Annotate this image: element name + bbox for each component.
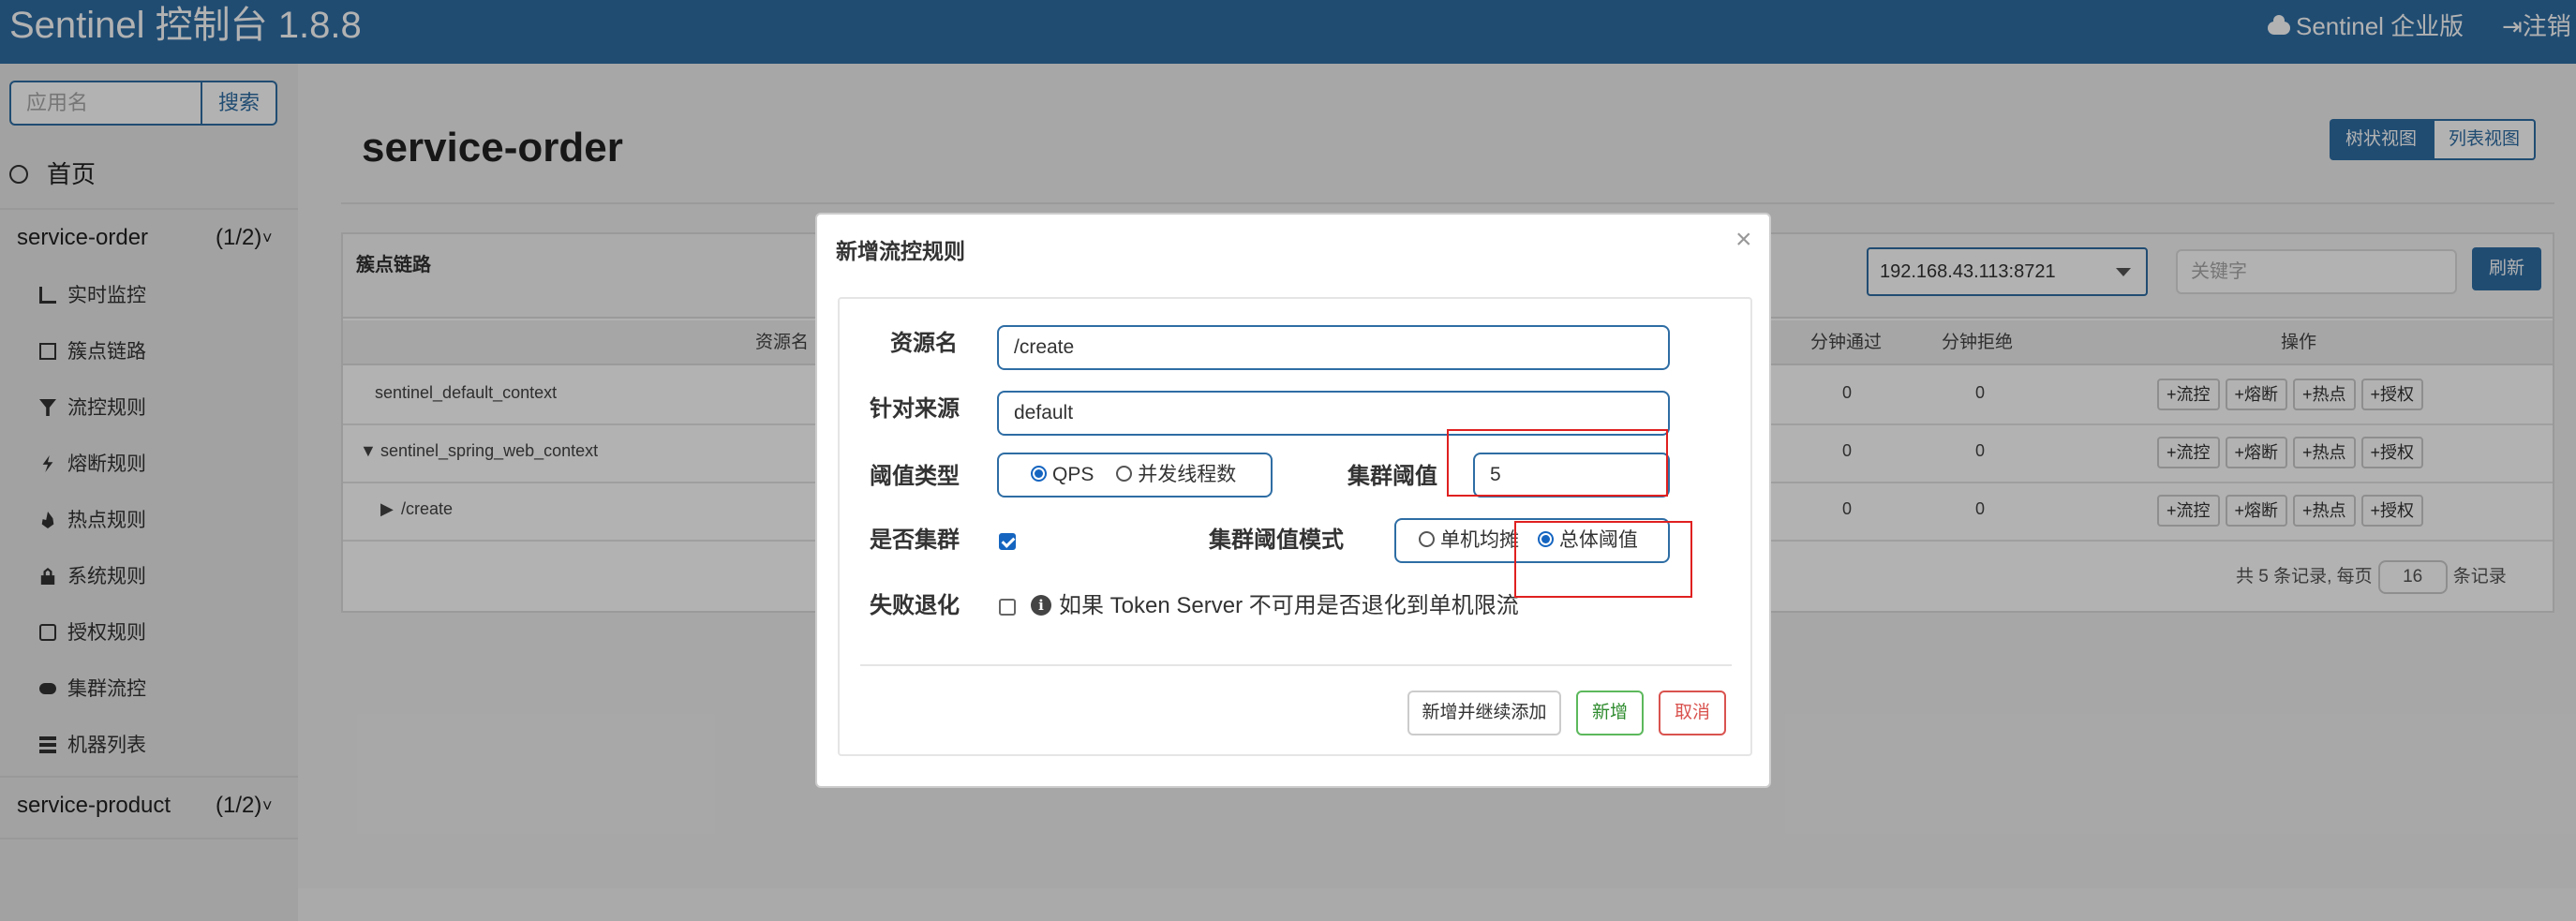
cancel-button[interactable]: 取消	[1659, 691, 1726, 735]
dialog-title: 新增流控规则	[836, 239, 965, 263]
radio-avg-local[interactable]: 单机均摊	[1419, 529, 1519, 551]
radio-icon	[1116, 466, 1133, 482]
save-and-continue-button[interactable]: 新增并继续添加	[1407, 691, 1561, 735]
radio-qps[interactable]: QPS	[1031, 464, 1094, 485]
origin-label: 针对来源	[870, 396, 960, 422]
info-icon: i	[1031, 595, 1051, 616]
resource-input[interactable]: /create	[997, 325, 1670, 370]
threshold-type-group: QPS 并发线程数	[997, 453, 1273, 498]
annotation-box	[1447, 429, 1668, 497]
add-button[interactable]: 新增	[1576, 691, 1644, 735]
add-flow-rule-dialog: 新增流控规则 × 资源名 /create 针对来源 default 阈值类型 Q…	[815, 213, 1771, 788]
close-icon[interactable]: ×	[1735, 224, 1752, 256]
radio-label: 单机均摊	[1440, 529, 1519, 551]
threshold-type-label: 阈值类型	[870, 464, 960, 489]
cluster-mode-label: 集群阈值模式	[1209, 527, 1344, 553]
radio-icon-checked	[1031, 466, 1047, 482]
annotation-box	[1514, 521, 1692, 598]
radio-icon	[1419, 531, 1435, 547]
fallback-description: 如果 Token Server 不可用是否退化到单机限流	[1059, 593, 1519, 618]
fallback-label: 失败退化	[870, 593, 960, 618]
fallback-checkbox[interactable]	[999, 599, 1016, 616]
divider	[860, 664, 1732, 666]
radio-thread[interactable]: 并发线程数	[1116, 464, 1236, 485]
radio-label: 并发线程数	[1138, 464, 1237, 485]
cluster-threshold-label: 集群阈值	[1348, 464, 1437, 489]
is-cluster-checkbox[interactable]	[999, 533, 1016, 550]
is-cluster-label: 是否集群	[870, 527, 960, 553]
radio-label: QPS	[1052, 464, 1094, 485]
resource-label: 资源名	[890, 331, 958, 356]
